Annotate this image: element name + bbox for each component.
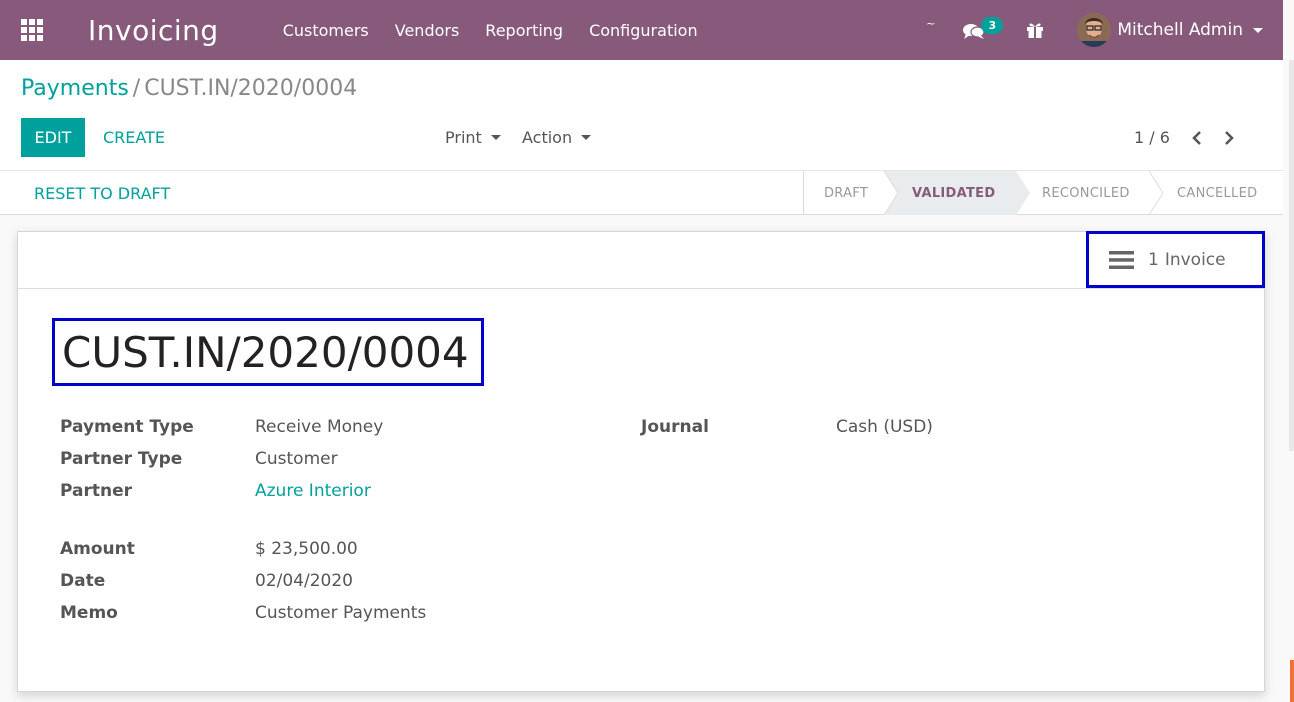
avatar-portrait-icon (1077, 13, 1112, 47)
list-bars-icon (1109, 250, 1134, 269)
stage-arrow-icon (884, 171, 898, 215)
field-value: 02/04/2020 (255, 571, 353, 591)
top-navbar: Invoicing Customers Vendors Reporting Co… (0, 0, 1283, 60)
stage-label: VALIDATED (912, 185, 996, 201)
field-value: Customer Payments (255, 603, 427, 623)
activity-indicator[interactable]: ~ (926, 17, 935, 30)
apps-grid-icon (21, 19, 43, 41)
invoice-smart-button[interactable]: 1 Invoice (1086, 231, 1265, 288)
invoice-label: Invoice (1164, 249, 1226, 270)
field-label: Amount (60, 539, 135, 559)
stage-label: RECONCILED (1042, 185, 1130, 201)
messaging-menu[interactable]: 3 (963, 15, 1004, 45)
breadcrumb: Payments / CUST.IN/2020/0004 (21, 76, 357, 101)
user-menu[interactable]: Mitchell Admin (1117, 20, 1263, 40)
stage-label: CANCELLED (1177, 185, 1258, 201)
action-dropdown[interactable]: Action (522, 118, 592, 157)
caret-down-icon (581, 135, 592, 140)
caret-down-icon (490, 135, 501, 140)
chevron-left-icon (1192, 130, 1201, 145)
record-title-box: CUST.IN/2020/0004 (52, 318, 484, 386)
field-value: Customer (255, 449, 338, 469)
pager-value[interactable]: 1 / 6 (1134, 128, 1170, 147)
print-dropdown[interactable]: Print (445, 118, 501, 157)
menu-item-reporting[interactable]: Reporting (485, 21, 563, 40)
breadcrumb-payments-link[interactable]: Payments (21, 76, 129, 101)
control-panel: Payments / CUST.IN/2020/0004 EDIT CREATE P… (0, 60, 1283, 171)
form-sheet: 1 Invoice CUST.IN/2020/0004 Payment Type… (17, 231, 1265, 692)
field-label: Date (60, 571, 106, 591)
breadcrumb-separator: / (132, 76, 141, 101)
apps-menu-button[interactable] (0, 0, 64, 60)
field-label: Payment Type (60, 417, 194, 437)
main-menu: Customers Vendors Reporting Configuratio… (283, 21, 724, 40)
field-value: Receive Money (255, 417, 384, 437)
record-title: CUST.IN/2020/0004 (62, 327, 469, 377)
partner-link[interactable]: Azure Interior (255, 481, 371, 501)
invoice-count: 1 (1148, 249, 1159, 270)
menu-item-configuration[interactable]: Configuration (589, 21, 698, 40)
print-label: Print (445, 128, 482, 147)
caret-down-icon (1253, 27, 1263, 33)
stage-label: DRAFT (824, 185, 869, 201)
pager: 1 / 6 (1134, 118, 1234, 157)
user-avatar[interactable] (1077, 13, 1112, 47)
stage-validated[interactable]: VALIDATED (884, 171, 1030, 215)
stage-arrow-icon (1016, 171, 1030, 215)
field-value: $ 23,500.00 (255, 539, 358, 559)
pager-previous-button[interactable] (1192, 130, 1202, 146)
stage-cancelled[interactable]: CANCELLED (1149, 171, 1283, 215)
reset-to-draft-button[interactable]: RESET TO DRAFT (34, 171, 170, 215)
stage-reconciled[interactable]: RECONCILED (1016, 171, 1163, 215)
menu-item-vendors[interactable]: Vendors (395, 21, 460, 40)
menu-item-customers[interactable]: Customers (283, 21, 369, 40)
scrollbar-accent (1290, 660, 1294, 702)
chevron-right-icon (1225, 130, 1234, 145)
create-button[interactable]: CREATE (103, 118, 165, 157)
status-stages: DRAFT VALIDATED RECONCILED CANCELLED (803, 171, 1283, 215)
pager-next-button[interactable] (1224, 130, 1234, 146)
page-scrollbar[interactable] (1289, 60, 1294, 451)
navbar-systray: ~ 3 Mitchell Admin (926, 0, 1263, 60)
breadcrumb-current: CUST.IN/2020/0004 (144, 76, 358, 101)
messages-count-badge: 3 (981, 17, 1004, 34)
field-label: Partner Type (60, 449, 183, 469)
stage-arrow-icon (1149, 171, 1163, 215)
app-title: Invoicing (88, 13, 219, 47)
action-label: Action (522, 128, 573, 147)
field-value: Cash (USD) (836, 417, 933, 437)
field-label: Journal (641, 417, 709, 437)
edit-button[interactable]: EDIT (21, 118, 85, 157)
stage-draft[interactable]: DRAFT (804, 171, 898, 215)
field-label: Partner (60, 481, 133, 501)
smart-button-box: 1 Invoice (18, 231, 1265, 289)
user-name-label: Mitchell Admin (1117, 20, 1243, 40)
gift-icon[interactable] (1025, 20, 1045, 40)
field-label: Memo (60, 603, 118, 623)
form-statusbar: RESET TO DRAFT DRAFT VALIDATED RECONCILE… (0, 171, 1283, 215)
